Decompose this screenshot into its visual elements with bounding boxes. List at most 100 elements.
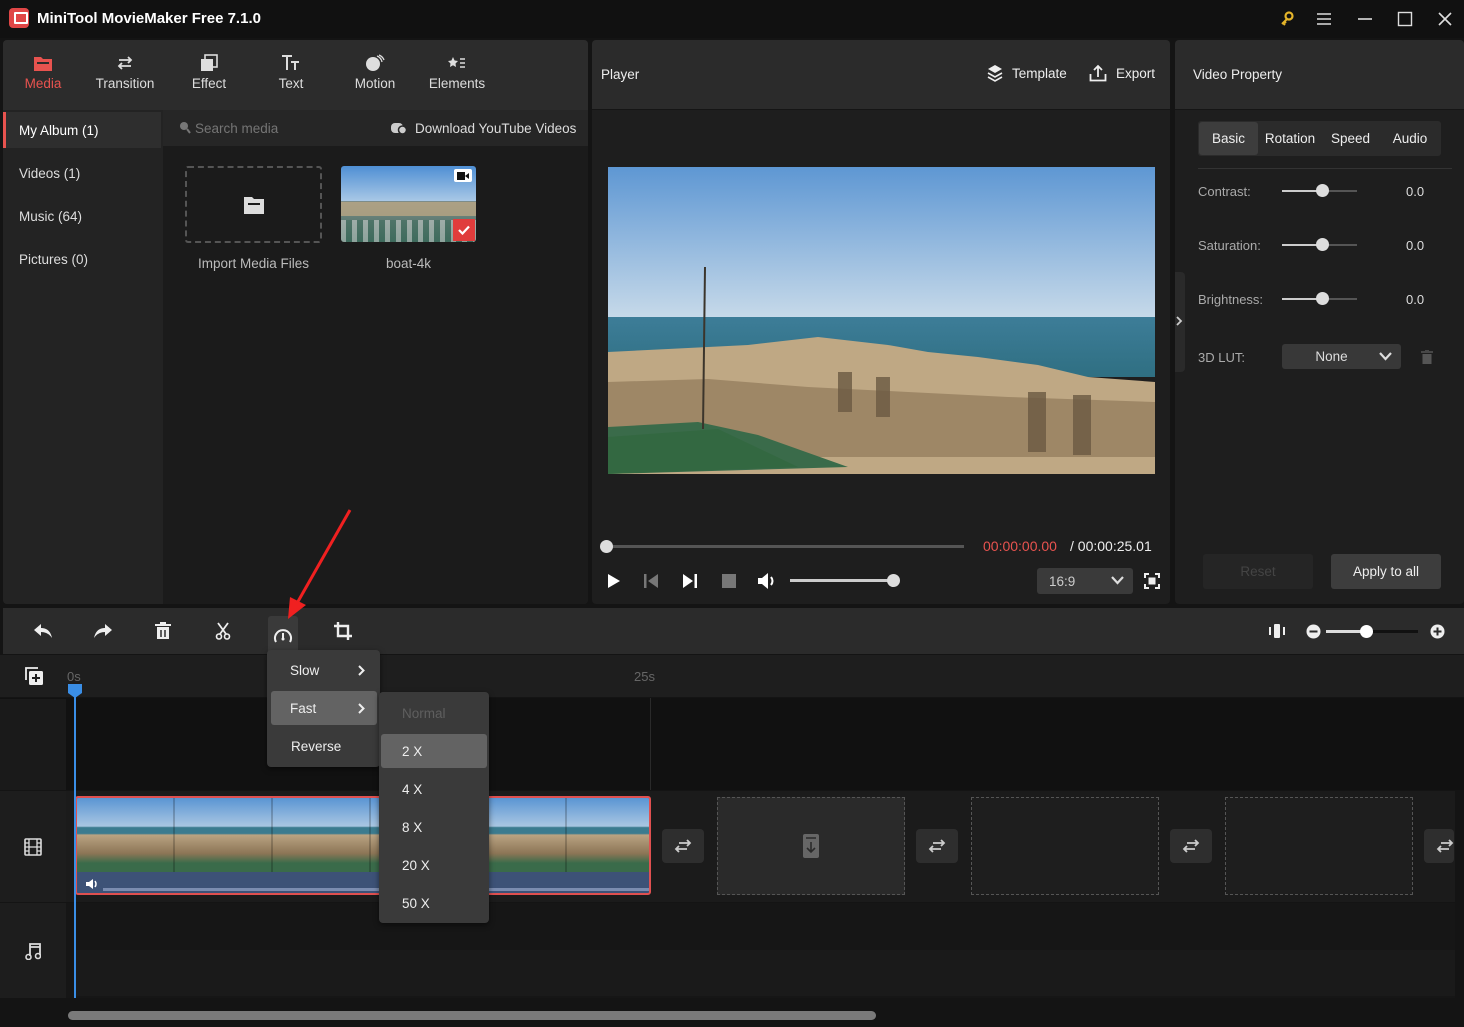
tab-elements[interactable]: Elements: [417, 50, 497, 106]
reset-button[interactable]: Reset: [1203, 554, 1313, 589]
fit-timeline-icon[interactable]: [1262, 616, 1292, 646]
empty-clip-slot-drop[interactable]: [717, 797, 905, 895]
album-item-videos[interactable]: Videos (1): [3, 155, 161, 191]
play-button[interactable]: [606, 572, 622, 590]
playback-progress-handle[interactable]: [600, 540, 613, 553]
tab-rotation[interactable]: Rotation: [1260, 122, 1320, 155]
media-clip-name: boat-4k: [385, 256, 432, 271]
stop-button[interactable]: [722, 574, 736, 588]
template-button[interactable]: Template: [987, 64, 1067, 82]
menu-item-fast[interactable]: Fast: [271, 691, 377, 725]
tab-audio[interactable]: Audio: [1381, 122, 1439, 155]
effects-track: [0, 698, 1464, 790]
motion-icon: [365, 50, 385, 76]
brightness-slider-handle[interactable]: [1316, 292, 1329, 305]
export-button[interactable]: Export: [1089, 64, 1155, 82]
menu-icon[interactable]: [1309, 6, 1339, 32]
video-track-header: [0, 791, 66, 902]
contrast-value: 0.0: [1406, 184, 1425, 199]
contrast-slider-handle[interactable]: [1316, 184, 1329, 197]
import-media-button[interactable]: [185, 166, 322, 243]
fullscreen-icon[interactable]: [1144, 573, 1160, 589]
download-youtube-button[interactable]: Download YouTube Videos: [391, 110, 576, 146]
album-item-pictures[interactable]: Pictures (0): [3, 241, 161, 277]
aspect-ratio-dropdown[interactable]: 16:9: [1037, 568, 1133, 594]
media-clip-thumbnail[interactable]: [341, 166, 476, 242]
submenu-item-50x[interactable]: 50 X: [381, 886, 485, 920]
timeline-zoom-handle[interactable]: [1360, 625, 1373, 638]
close-icon[interactable]: [1430, 6, 1460, 32]
submenu-item-normal: Normal: [402, 705, 446, 721]
template-label: Template: [1012, 65, 1067, 81]
effects-track-header: [0, 699, 66, 790]
tab-label: Motion: [354, 76, 396, 91]
title-bar: MiniTool MovieMaker Free 7.1.0: [0, 0, 1464, 38]
empty-clip-slot[interactable]: [1225, 797, 1413, 895]
app-title: MiniTool MovieMaker Free 7.1.0: [37, 10, 261, 27]
menu-item-slow[interactable]: Slow: [271, 653, 376, 687]
tab-basic[interactable]: Basic: [1199, 122, 1258, 155]
submenu-item-2x[interactable]: 2 X: [381, 734, 487, 768]
tab-label: Effect: [191, 76, 227, 91]
menu-item-label: Slow: [290, 662, 320, 678]
search-input[interactable]: [195, 117, 375, 139]
transition-slot-button[interactable]: [1424, 829, 1454, 863]
tab-motion[interactable]: Motion: [335, 50, 415, 106]
previous-frame-button[interactable]: [643, 573, 659, 589]
submenu-item-8x[interactable]: 8 X: [381, 810, 485, 844]
undo-button[interactable]: [28, 616, 58, 646]
add-track-icon[interactable]: [25, 667, 43, 685]
media-area: Download YouTube Videos Import Media Fil…: [163, 110, 588, 604]
timeline-horizontal-scrollbar[interactable]: [68, 1011, 876, 1020]
effect-icon: [200, 50, 218, 76]
aspect-ratio-value: 16:9: [1049, 573, 1076, 589]
transition-slot-button[interactable]: [1170, 829, 1212, 863]
collapse-panel-handle[interactable]: [1175, 272, 1185, 372]
tab-text[interactable]: Text: [251, 50, 331, 106]
ruler-start-label: 0s: [67, 669, 81, 684]
split-button[interactable]: [208, 616, 238, 646]
redo-button[interactable]: [88, 616, 118, 646]
trash-icon[interactable]: [1421, 350, 1433, 364]
minimize-icon[interactable]: [1350, 6, 1380, 32]
menu-item-label: Fast: [290, 700, 317, 716]
zoom-in-icon[interactable]: [1430, 624, 1445, 639]
tab-media[interactable]: Media: [3, 50, 83, 106]
export-label: Export: [1116, 65, 1156, 81]
playback-progress-track[interactable]: [606, 545, 964, 548]
apply-to-all-button[interactable]: Apply to all: [1331, 554, 1441, 589]
next-frame-button[interactable]: [682, 573, 698, 589]
tab-effect[interactable]: Effect: [169, 50, 249, 106]
property-header: Video Property: [1175, 40, 1464, 110]
volume-icon[interactable]: [757, 572, 777, 590]
tab-transition[interactable]: Transition: [85, 50, 165, 106]
tab-label: Transition: [95, 76, 155, 91]
app-logo-icon: [9, 8, 29, 28]
selected-check-icon: [453, 219, 475, 241]
album-item-my-album[interactable]: My Album (1): [3, 112, 161, 148]
album-item-music[interactable]: Music (64): [3, 198, 161, 234]
key-icon[interactable]: [1272, 6, 1302, 32]
transition-slot-button[interactable]: [916, 829, 958, 863]
submenu-item-20x[interactable]: 20 X: [381, 848, 485, 882]
volume-slider-track[interactable]: [790, 579, 893, 582]
saturation-slider-handle[interactable]: [1316, 238, 1329, 251]
submenu-item-4x[interactable]: 4 X: [381, 772, 485, 806]
delete-button[interactable]: [148, 616, 178, 646]
zoom-out-icon[interactable]: [1306, 624, 1321, 639]
ruler-25s-label: 25s: [634, 669, 655, 684]
empty-clip-slot[interactable]: [971, 797, 1159, 895]
playhead-handle[interactable]: [68, 684, 82, 698]
tab-speed[interactable]: Speed: [1322, 122, 1379, 155]
clip-audio-icon[interactable]: [85, 878, 99, 890]
lut-dropdown[interactable]: None: [1282, 344, 1401, 369]
timeline-video-clip[interactable]: [75, 796, 651, 895]
brightness-value: 0.0: [1406, 292, 1425, 307]
playhead-line: [74, 686, 76, 998]
volume-slider-handle[interactable]: [887, 574, 900, 587]
tab-label: Elements: [428, 76, 486, 91]
maximize-icon[interactable]: [1390, 6, 1420, 32]
menu-item-reverse[interactable]: Reverse: [271, 729, 376, 763]
player-panel: Player Template Export 00:00:00.00 / 00:…: [592, 40, 1170, 604]
transition-slot-button[interactable]: [662, 829, 704, 863]
